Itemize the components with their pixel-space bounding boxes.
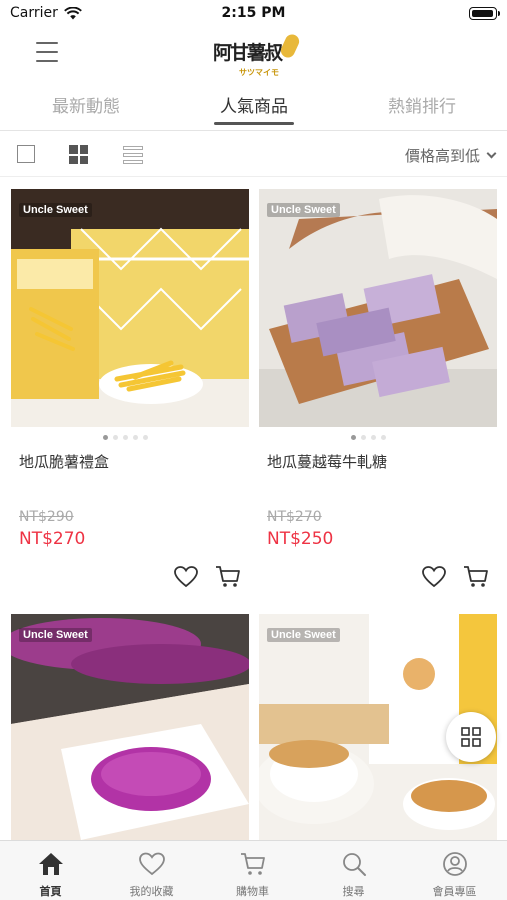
product-image[interactable]: Uncle Sweet — [11, 189, 249, 427]
hamburger-menu-icon[interactable] — [36, 42, 58, 62]
heart-icon — [139, 852, 165, 876]
product-card[interactable]: Uncle Sweet 地瓜蔓越莓牛軋糖 NT$270 NT$250 — [259, 189, 497, 601]
divider — [0, 176, 507, 177]
brand-badge: Uncle Sweet — [267, 628, 340, 642]
product-card[interactable]: Uncle Sweet 地瓜脆薯禮盒 NT$290 NT$270 — [11, 189, 249, 601]
nav-home[interactable]: 首頁 — [0, 841, 101, 900]
nav-search[interactable]: 搜尋 — [303, 841, 404, 900]
nav-favorites[interactable]: 我的收藏 — [101, 841, 202, 900]
nav-member[interactable]: 會員專區 — [404, 841, 505, 900]
app-header: 阿甘薯叔 サツマイモ — [0, 28, 507, 84]
home-icon — [39, 853, 63, 875]
view-toolbar: 價格高到低 — [0, 131, 507, 177]
nav-label: 購物車 — [236, 885, 269, 898]
sale-price: NT$270 — [19, 529, 86, 549]
nav-label: 我的收藏 — [129, 885, 174, 898]
product-image[interactable]: Uncle Sweet — [11, 614, 249, 840]
product-photo — [11, 614, 249, 840]
add-to-cart-icon[interactable] — [215, 565, 241, 589]
original-price: NT$270 — [267, 509, 322, 525]
nav-label: 首頁 — [39, 885, 62, 898]
sort-label: 價格高到低 — [404, 147, 480, 165]
bottom-tab-bar: 首頁 我的收藏 購物車 搜尋 會員專區 — [0, 840, 507, 900]
single-view-icon[interactable] — [17, 145, 35, 163]
product-card[interactable]: Uncle Sweet — [11, 614, 249, 840]
product-name[interactable]: 地瓜脆薯禮盒 — [19, 451, 109, 472]
brand-badge: Uncle Sweet — [19, 628, 92, 642]
logo-text: 阿甘薯叔 — [213, 42, 283, 64]
carousel-dots — [351, 435, 386, 440]
brand-badge: Uncle Sweet — [19, 203, 92, 217]
status-bar: Carrier 2:15 PM — [0, 0, 507, 28]
chevron-down-icon — [486, 148, 497, 159]
original-price: NT$290 — [19, 509, 74, 525]
brand-logo[interactable]: 阿甘薯叔 サツマイモ — [213, 30, 302, 80]
nav-label: 搜尋 — [342, 885, 365, 898]
tab-bestseller[interactable]: 熱銷排行 — [362, 92, 482, 117]
sweet-potato-icon — [278, 32, 302, 60]
brand-badge: Uncle Sweet — [267, 203, 340, 217]
tab-latest[interactable]: 最新動態 — [26, 92, 146, 117]
add-to-cart-icon[interactable] — [463, 565, 489, 589]
product-image[interactable]: Uncle Sweet — [259, 189, 497, 427]
tab-popular[interactable]: 人氣商品 — [194, 92, 314, 117]
favorite-heart-icon[interactable] — [421, 565, 447, 589]
product-name[interactable]: 地瓜蔓越莓牛軋糖 — [267, 451, 387, 472]
product-photo — [11, 189, 249, 427]
carousel-dots — [103, 435, 148, 440]
search-icon — [343, 853, 366, 876]
grid-view-icon[interactable] — [69, 145, 88, 164]
category-tabs: 最新動態 人氣商品 熱銷排行 — [0, 84, 507, 130]
favorite-heart-icon[interactable] — [173, 565, 199, 589]
cart-icon — [241, 853, 265, 875]
active-tab-indicator — [214, 122, 294, 125]
logo-subtitle: サツマイモ — [239, 68, 279, 77]
list-view-icon[interactable] — [123, 146, 143, 164]
battery-icon — [469, 7, 500, 20]
product-photo — [259, 189, 497, 427]
status-time: 2:15 PM — [221, 5, 286, 21]
nav-cart[interactable]: 購物車 — [202, 841, 303, 900]
grid-icon — [461, 727, 481, 747]
sort-dropdown[interactable]: 價格高到低 — [404, 145, 497, 166]
nav-label: 會員專區 — [432, 885, 477, 898]
floating-grid-button[interactable] — [446, 712, 496, 762]
sale-price: NT$250 — [267, 529, 334, 549]
user-icon — [443, 852, 467, 876]
